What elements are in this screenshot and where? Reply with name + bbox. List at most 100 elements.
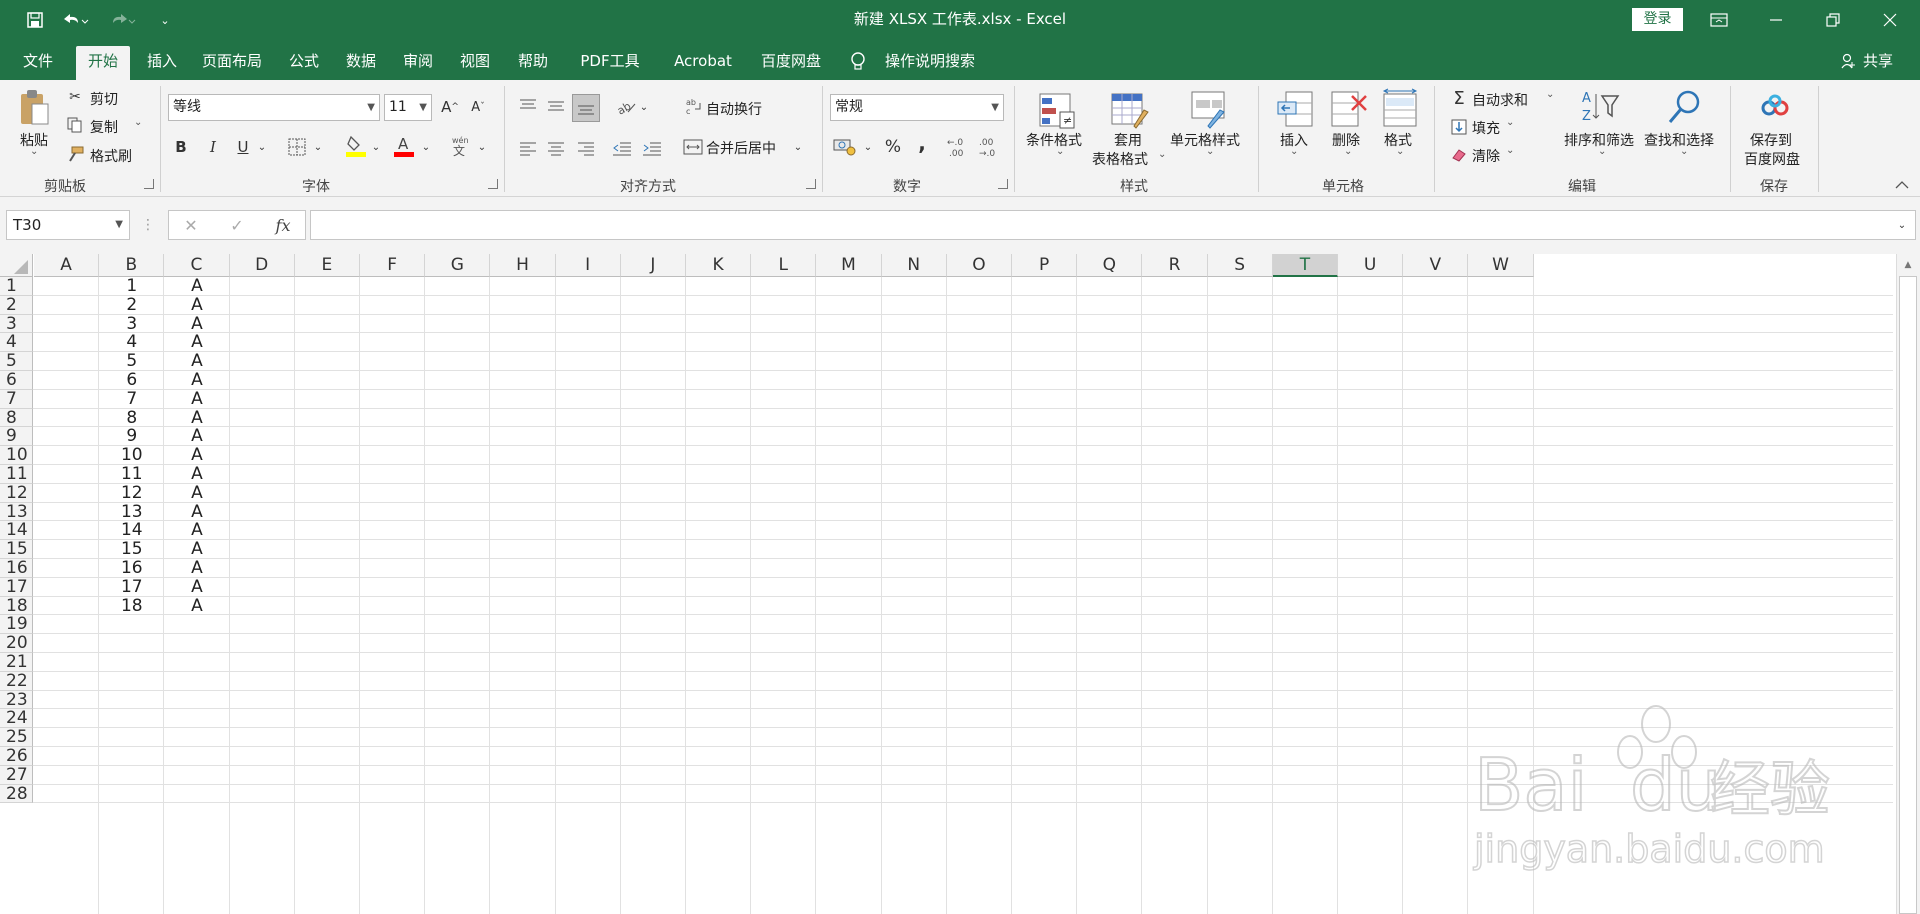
increase-indent-icon[interactable]	[640, 136, 664, 160]
tab-view[interactable]: 视图	[456, 46, 494, 80]
row-header-11[interactable]: 11	[0, 465, 33, 484]
column-header-w[interactable]: W	[1468, 254, 1534, 277]
increase-font-icon[interactable]: A ^	[438, 96, 462, 118]
tab-data[interactable]: 数据	[342, 46, 380, 80]
cell-b7[interactable]: 7	[99, 389, 164, 409]
font-launcher-icon[interactable]	[488, 179, 498, 189]
cell-c5[interactable]: A	[164, 352, 229, 371]
fill-color-icon[interactable]	[344, 134, 368, 158]
column-header-d[interactable]: D	[229, 254, 295, 277]
cell-b12[interactable]: 12	[99, 483, 164, 503]
conditional-format-button[interactable]: 条件格式	[1026, 130, 1082, 150]
column-header-i[interactable]: I	[555, 254, 621, 277]
tab-insert[interactable]: 插入	[142, 46, 182, 80]
format-as-table-button[interactable]: 表格格式	[1092, 149, 1148, 169]
enter-icon[interactable]: ✓	[226, 214, 248, 236]
row-header-19[interactable]: 19	[0, 615, 33, 635]
row-header-20[interactable]: 20	[0, 634, 33, 653]
bold-button[interactable]: B	[170, 136, 192, 158]
decrease-indent-icon[interactable]	[610, 136, 634, 160]
paste-dropdown-icon[interactable]: ⌄	[30, 146, 38, 157]
column-header-u[interactable]: U	[1338, 254, 1404, 277]
cell-b6[interactable]: 6	[99, 371, 164, 390]
cell-b9[interactable]: 9	[99, 427, 164, 446]
tab-help[interactable]: 帮助	[514, 46, 552, 80]
tab-file[interactable]: 文件	[18, 46, 58, 80]
borders-dropdown-icon[interactable]: ⌄	[312, 136, 324, 158]
lightbulb-icon[interactable]	[848, 46, 868, 80]
cell-b8[interactable]: 8	[99, 408, 164, 428]
save-to-baidu-button[interactable]: 百度网盘	[1744, 149, 1800, 169]
align-bottom-icon[interactable]	[572, 94, 600, 122]
cell-c13[interactable]: A	[164, 502, 229, 522]
decrease-font-icon[interactable]: Aˇ	[466, 96, 490, 118]
autosum-button[interactable]: 自动求和	[1472, 90, 1528, 110]
column-header-o[interactable]: O	[946, 254, 1012, 277]
save-to-baidu-line1[interactable]: 保存到	[1750, 130, 1792, 150]
underline-dropdown-icon[interactable]: ⌄	[256, 136, 268, 158]
column-header-m[interactable]: M	[816, 254, 882, 277]
format-painter-button[interactable]: 格式刷	[90, 146, 132, 166]
align-top-icon[interactable]	[516, 94, 540, 118]
tab-baidu-netdisk[interactable]: 百度网盘	[756, 46, 826, 80]
font-size-select[interactable]: 11 ▼	[384, 94, 432, 121]
tab-page-layout[interactable]: 页面布局	[200, 46, 264, 80]
row-header-10[interactable]: 10	[0, 446, 33, 465]
row-header-16[interactable]: 16	[0, 559, 33, 578]
column-header-c[interactable]: C	[164, 254, 230, 277]
cell-c18[interactable]: A	[164, 596, 229, 616]
restore-icon[interactable]	[1810, 0, 1856, 40]
tab-formulas[interactable]: 公式	[286, 46, 322, 80]
name-box[interactable]: T30 ▼	[6, 210, 130, 240]
wrap-text-button[interactable]: 自动换行	[706, 99, 762, 119]
row-header-12[interactable]: 12	[0, 483, 33, 503]
comma-button[interactable]: ,	[914, 131, 930, 155]
column-header-p[interactable]: P	[1012, 254, 1078, 277]
cell-b16[interactable]: 16	[99, 559, 164, 578]
column-header-j[interactable]: J	[620, 254, 686, 277]
conditional-dropdown-icon[interactable]: ⌄	[1056, 146, 1064, 157]
column-header-t[interactable]: T	[1272, 254, 1338, 277]
fill-dropdown-icon[interactable]: ⌄	[1506, 117, 1514, 128]
row-header-25[interactable]: 25	[0, 728, 33, 747]
cell-b3[interactable]: 3	[99, 314, 164, 334]
row-header-1[interactable]: 1	[0, 277, 33, 296]
column-header-h[interactable]: H	[490, 254, 556, 277]
row-header-9[interactable]: 9	[0, 427, 33, 447]
column-header-n[interactable]: N	[881, 254, 947, 277]
merge-dropdown-icon[interactable]: ⌄	[792, 136, 804, 158]
row-header-24[interactable]: 24	[0, 709, 33, 729]
cell-c16[interactable]: A	[164, 559, 229, 578]
insert-dropdown-icon[interactable]: ⌄	[1290, 146, 1298, 157]
clear-button[interactable]: 清除	[1472, 146, 1500, 166]
row-header-8[interactable]: 8	[0, 408, 33, 428]
tab-acrobat[interactable]: Acrobat	[670, 46, 736, 80]
cell-b17[interactable]: 17	[99, 577, 164, 597]
column-header-a[interactable]: A	[34, 254, 100, 277]
cell-c6[interactable]: A	[164, 371, 229, 390]
row-header-4[interactable]: 4	[0, 333, 33, 353]
row-header-7[interactable]: 7	[0, 389, 33, 409]
number-format-select[interactable]: 常规 ▼	[830, 94, 1004, 121]
row-header-28[interactable]: 28	[0, 784, 33, 804]
align-middle-icon[interactable]	[544, 94, 568, 118]
cell-b1[interactable]: 1	[99, 277, 164, 296]
find-dropdown-icon[interactable]: ⌄	[1680, 146, 1688, 157]
cancel-icon[interactable]: ✕	[180, 214, 202, 236]
cell-styles-button[interactable]: 单元格样式	[1170, 130, 1240, 150]
align-left-icon[interactable]	[516, 136, 540, 160]
cell-b18[interactable]: 18	[99, 596, 164, 616]
row-header-2[interactable]: 2	[0, 295, 33, 315]
row-header-17[interactable]: 17	[0, 577, 33, 597]
tab-home[interactable]: 开始	[76, 46, 130, 80]
align-center-icon[interactable]	[544, 136, 568, 160]
tell-me-search[interactable]: 操作说明搜索	[880, 46, 980, 80]
row-header-26[interactable]: 26	[0, 747, 33, 766]
cell-c9[interactable]: A	[164, 427, 229, 446]
share-button[interactable]: 共享	[1860, 46, 1896, 80]
delete-dropdown-icon[interactable]: ⌄	[1344, 146, 1352, 157]
format-as-table-line1[interactable]: 套用	[1114, 130, 1142, 150]
column-header-s[interactable]: S	[1207, 254, 1273, 277]
cell-styles-dropdown-icon[interactable]: ⌄	[1206, 146, 1214, 157]
insert-function-icon[interactable]: fx	[270, 214, 296, 236]
